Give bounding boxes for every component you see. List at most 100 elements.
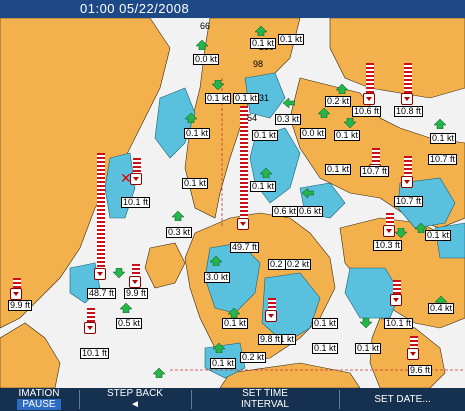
current-speed-label: 0.1 kt xyxy=(278,34,305,45)
tide-height-label: 10.1 ft xyxy=(384,318,414,329)
tide-height-bar[interactable] xyxy=(94,153,106,280)
tide-station-icon[interactable] xyxy=(390,294,402,306)
current-arrow-icon[interactable] xyxy=(213,343,225,353)
current-arrow-icon[interactable] xyxy=(210,256,222,266)
current-arrow-icon[interactable] xyxy=(395,228,407,238)
current-arrow-icon[interactable] xyxy=(318,108,330,118)
current-arrow-icon[interactable] xyxy=(185,113,197,123)
tide-height-bar[interactable] xyxy=(363,63,375,105)
current-speed-label: 0.1 kt xyxy=(334,130,361,141)
animation-pause-softkey[interactable]: IMATION PAUSE xyxy=(0,388,78,411)
left-arrow-icon: ◄ xyxy=(130,399,140,410)
current-speed-label: 0.1 kt xyxy=(252,130,279,141)
tide-height-bar[interactable] xyxy=(130,158,142,185)
tide-height-label: 10.7 ft xyxy=(428,154,458,165)
tide-height-bar[interactable] xyxy=(84,308,96,334)
tide-height-bar[interactable] xyxy=(401,63,413,105)
tide-station-icon[interactable] xyxy=(10,288,22,300)
datetime-display: 01:00 05/22/2008 xyxy=(80,1,190,16)
current-speed-label: 0.3 kt xyxy=(166,227,193,238)
current-speed-label: 0.2 kt xyxy=(285,259,312,270)
tide-height-label: 10.1 ft xyxy=(121,197,151,208)
current-speed-label: 0.1 kt xyxy=(325,164,352,175)
tide-height-label: 9.9 ft xyxy=(8,300,33,311)
tide-height-bar[interactable] xyxy=(383,213,395,237)
current-speed-label: 0.0 kt xyxy=(193,54,220,65)
tide-height-bar[interactable] xyxy=(129,264,141,288)
current-arrow-icon[interactable] xyxy=(172,211,184,221)
tide-height-bar[interactable] xyxy=(407,336,419,360)
current-arrow-icon[interactable] xyxy=(302,188,314,198)
tide-height-label: 9.6 ft xyxy=(408,365,433,376)
tide-height-bar[interactable] xyxy=(390,280,402,306)
set-date-softkey[interactable]: SET DATE... xyxy=(340,388,465,411)
current-speed-label: 0.2 kt xyxy=(240,352,267,363)
tide-station-icon[interactable] xyxy=(130,173,142,185)
step-back-softkey[interactable]: STEP BACK ◄ xyxy=(80,388,190,411)
tide-height-label: 10.8 ft xyxy=(394,106,424,117)
set-time-interval-softkey[interactable]: SET TIME INTERVAL xyxy=(192,388,338,411)
current-speed-label: 0.1 kt xyxy=(312,343,339,354)
depth-sounding: 98 xyxy=(253,59,264,69)
tide-station-icon[interactable] xyxy=(363,93,375,105)
tide-station-icon[interactable] xyxy=(401,176,413,188)
animation-label: IMATION xyxy=(18,388,60,399)
tide-height-label: 49.7 ft xyxy=(230,242,260,253)
current-speed-label: 0.1 kt xyxy=(222,318,249,329)
current-arrow-icon[interactable] xyxy=(228,308,240,318)
current-speed-label: 0.1 kt xyxy=(250,181,277,192)
current-arrow-icon[interactable] xyxy=(196,40,208,50)
current-arrow-icon[interactable] xyxy=(283,98,295,108)
current-speed-label: 0.1 kt xyxy=(184,128,211,139)
current-arrow-icon[interactable] xyxy=(336,84,348,94)
tide-height-bar[interactable] xyxy=(369,148,381,176)
current-speed-label: 0.1 kt xyxy=(210,358,237,369)
current-speed-label: 0.0 kt xyxy=(300,128,327,139)
set-time-label: SET TIME xyxy=(242,388,288,399)
current-arrow-icon[interactable] xyxy=(153,368,165,378)
tide-height-bar[interactable] xyxy=(401,156,413,188)
tide-height-bar[interactable] xyxy=(10,278,22,300)
chartplotter-screen: 01:00 05/22/2008 ✕ 66 98 31 54 0.0 kt 0.… xyxy=(0,0,465,411)
current-arrow-icon[interactable] xyxy=(212,80,224,90)
tide-height-label: 10.7 ft xyxy=(360,166,390,177)
tide-height-label: 10.1 ft xyxy=(80,348,110,359)
current-arrow-icon[interactable] xyxy=(360,318,372,328)
softkey-bar: IMATION PAUSE STEP BACK ◄ SET TIME INTER… xyxy=(0,388,465,411)
current-arrow-icon[interactable] xyxy=(120,303,132,313)
current-speed-label: 0.1 kt xyxy=(250,38,277,49)
current-speed-label: 0.1 kt xyxy=(182,178,209,189)
current-arrow-icon[interactable] xyxy=(255,26,267,36)
tide-station-icon[interactable] xyxy=(383,225,395,237)
tide-station-icon[interactable] xyxy=(401,93,413,105)
current-speed-label: 0.2 kt xyxy=(325,96,352,107)
pause-state-label: PAUSE xyxy=(17,399,61,410)
tide-station-icon[interactable] xyxy=(265,310,277,322)
current-speed-label: 0.1 kt xyxy=(425,230,452,241)
top-status-bar: 01:00 05/22/2008 xyxy=(0,0,465,18)
current-speed-label: 3.0 kt xyxy=(204,272,231,283)
tide-height-label: 10.3 ft xyxy=(373,240,403,251)
tide-station-icon[interactable] xyxy=(84,322,96,334)
tide-height-bar[interactable] xyxy=(265,298,277,322)
current-speed-label: 0.1 kt xyxy=(355,343,382,354)
depth-sounding: 31 xyxy=(259,93,270,103)
tide-station-icon[interactable] xyxy=(407,348,419,360)
interval-label: INTERVAL xyxy=(241,399,289,410)
tide-station-icon[interactable] xyxy=(237,218,249,230)
current-speed-label: 0.1 kt xyxy=(312,318,339,329)
current-arrow-icon[interactable] xyxy=(434,119,446,129)
current-arrow-icon[interactable] xyxy=(260,168,272,178)
current-arrow-icon[interactable] xyxy=(113,268,125,278)
tide-height-label: 9.9 ft xyxy=(124,288,149,299)
current-speed-label: 0.6 kt xyxy=(297,206,324,217)
current-arrow-icon[interactable] xyxy=(344,118,356,128)
current-speed-label: 0.1 kt xyxy=(205,93,232,104)
tide-station-icon[interactable] xyxy=(129,276,141,288)
tide-height-label: 48.7 ft xyxy=(87,288,117,299)
depth-sounding: 66 xyxy=(200,21,211,31)
tide-current-map[interactable]: ✕ 66 230 98 31 54 0.0 kt 0.1 kt 0.1 kt 0… xyxy=(0,18,465,388)
marker-x-icon[interactable]: ✕ xyxy=(120,170,132,187)
tide-station-icon[interactable] xyxy=(94,268,106,280)
current-speed-label: 0.4 kt xyxy=(428,303,455,314)
